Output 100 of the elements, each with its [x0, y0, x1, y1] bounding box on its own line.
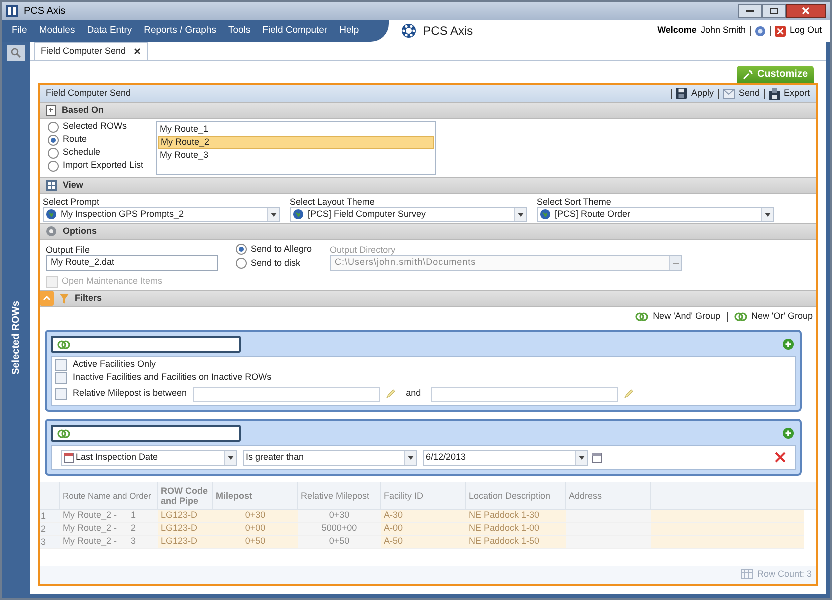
logout-link[interactable]: Log Out	[790, 24, 822, 38]
toolbar-button[interactable]: Send	[722, 86, 760, 100]
delete-icon[interactable]	[775, 452, 786, 463]
table-cell: NE Paddock 1-30	[466, 510, 566, 522]
radio-label: Send to disk	[251, 256, 301, 270]
field-label: Select Layout Theme	[290, 196, 376, 207]
list-item[interactable]: My Route_1	[158, 123, 434, 136]
operator-select[interactable]: Is greater than	[243, 450, 417, 466]
checkbox-label: Active Facilities Only	[73, 358, 156, 372]
row-number: 1	[40, 510, 60, 522]
dropdown-caret-icon[interactable]	[404, 450, 416, 464]
radio-button[interactable]	[48, 160, 59, 172]
dropdown-caret-icon[interactable]	[514, 208, 526, 221]
radio-button[interactable]	[236, 258, 247, 269]
document-tab[interactable]: Field Computer Send	[34, 42, 148, 60]
add-icon[interactable]	[783, 339, 794, 350]
panel-header: Field Computer Send Apply Send Export	[40, 85, 816, 102]
range-start-field[interactable]	[193, 386, 380, 402]
list-item[interactable]: My Route_2	[158, 136, 434, 149]
row-number: 3	[40, 536, 60, 548]
section-header: Based On	[40, 102, 816, 119]
checkbox-label: Relative Milepost is between	[73, 387, 188, 400]
search-button[interactable]	[7, 45, 25, 61]
menu-item[interactable]: Tools	[222, 24, 257, 38]
checkbox-label: Inactive Facilities and Facilities on Inactive ROWs	[73, 371, 272, 384]
add-icon[interactable]	[783, 428, 794, 439]
dropdown-caret-icon[interactable]	[267, 208, 279, 221]
group-link[interactable]: New 'And' Group	[635, 310, 721, 324]
rings-icon	[635, 312, 650, 322]
range-end-field[interactable]	[431, 386, 618, 402]
toolbar-button[interactable]: Export	[768, 86, 810, 100]
globe-icon	[293, 209, 304, 220]
field-label: Output Directory	[330, 244, 397, 255]
table-cell: A-30	[381, 510, 466, 522]
logout-icon[interactable]	[774, 26, 786, 36]
checkbox-label: Open Maintenance Items	[62, 275, 163, 288]
section-header: View	[40, 177, 816, 194]
radio-label: Send to Allegro	[251, 242, 312, 256]
table-cell: 5000+00	[298, 523, 381, 535]
collapse-button[interactable]	[40, 291, 54, 306]
toolbar-button[interactable]: Apply	[676, 86, 714, 100]
document-icon	[46, 105, 56, 116]
menu-item[interactable]: Data Entry	[81, 24, 138, 38]
menu-item[interactable]: Help	[334, 24, 366, 38]
table-cell: LG123-D	[158, 523, 213, 535]
user-name: John Smith	[700, 24, 746, 38]
group-link[interactable]: New 'Or' Group	[734, 310, 813, 324]
select-field[interactable]: My Inspection GPS Prompts_2	[43, 207, 280, 222]
maximize-button[interactable]	[762, 4, 786, 18]
field-label: Select Sort Theme	[537, 196, 612, 207]
menu-item[interactable]: Modules	[33, 24, 82, 38]
close-icon	[802, 7, 810, 15]
chevron-icon	[43, 296, 51, 301]
radio-button[interactable]	[48, 122, 59, 132]
table-cell: NE Paddock 1-00	[466, 523, 566, 535]
globe-icon	[540, 209, 551, 220]
menu-item[interactable]: File	[6, 24, 34, 38]
radio-button[interactable]	[48, 148, 59, 158]
funnel-icon	[60, 294, 69, 304]
list-item[interactable]: My Route_3	[158, 149, 434, 162]
dropdown-caret-icon[interactable]	[761, 208, 773, 221]
table-cell: 0+50	[213, 536, 298, 548]
dropdown-caret-icon[interactable]	[224, 450, 236, 464]
table-cell: My Route_2 - 2	[60, 523, 158, 535]
select-field[interactable]: [PCS] Route Order	[537, 207, 774, 222]
wrench-icon	[743, 70, 754, 80]
table-cell: LG123-D	[158, 510, 213, 522]
sidebar-tab[interactable]: Selected ROWs	[8, 301, 24, 375]
rings-icon	[57, 428, 71, 438]
table-cell: My Route_2 - 3	[60, 536, 158, 548]
radio-button[interactable]	[236, 244, 247, 255]
connector-label: and	[405, 387, 422, 400]
field-select[interactable]: Last Inspection Date	[61, 450, 237, 466]
checkbox[interactable]	[55, 359, 67, 371]
radio-button[interactable]	[48, 134, 59, 146]
group-name-field[interactable]	[51, 425, 241, 442]
close-icon[interactable]	[134, 48, 142, 55]
checkbox[interactable]	[55, 372, 67, 384]
menu-item[interactable]: Reports / Graphs	[138, 24, 222, 38]
output-file-field[interactable]: My Route_2.dat	[46, 255, 218, 271]
checkbox[interactable]	[55, 388, 67, 400]
table-cell: NE Paddock 1-50	[466, 536, 566, 548]
table-cell: 0+30	[298, 510, 381, 522]
grid-icon	[46, 180, 57, 191]
group-name-field[interactable]	[51, 336, 241, 353]
field-label: Select Prompt	[43, 196, 101, 207]
help-icon[interactable]	[754, 26, 766, 36]
rings-icon	[57, 340, 71, 350]
rings-icon	[734, 312, 748, 322]
gear-icon	[46, 226, 57, 237]
envelope-icon	[722, 88, 735, 98]
minimize-button[interactable]	[738, 4, 762, 18]
calendar-icon[interactable]	[592, 452, 602, 462]
date-field[interactable]: 6/12/2013	[423, 450, 588, 466]
close-button[interactable]	[786, 4, 826, 18]
dropdown-caret-icon[interactable]	[575, 450, 587, 464]
row-count: Row Count: 3	[741, 568, 812, 581]
table-cell: A-00	[381, 523, 466, 535]
select-field[interactable]: [PCS] Field Computer Survey	[290, 207, 527, 222]
menu-item[interactable]: Field Computer	[256, 24, 334, 38]
